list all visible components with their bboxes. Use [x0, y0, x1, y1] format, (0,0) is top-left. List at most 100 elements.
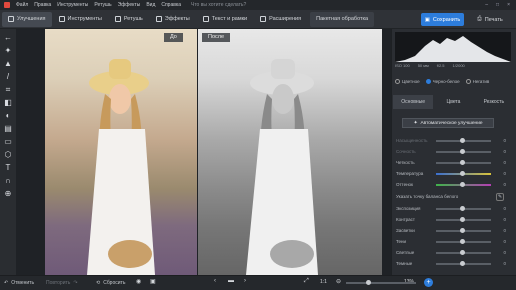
slider-shadows[interactable]: Тени 0 — [396, 236, 508, 247]
slider-label: Темные — [396, 261, 413, 266]
save-label: Сохранить — [432, 16, 461, 23]
slider-knob[interactable] — [460, 160, 465, 165]
undo-label: Отменить — [11, 280, 35, 286]
brush-icon[interactable]: / — [4, 72, 13, 81]
slider-value: 0 — [503, 182, 506, 187]
slider-tint[interactable]: Оттенок 0 — [396, 179, 508, 190]
magnet-icon[interactable]: ∩ — [4, 176, 13, 185]
tab-enhance[interactable]: Улучшения — [2, 11, 52, 27]
zoom-slider[interactable] — [346, 282, 416, 284]
auto-enhance-button[interactable]: ✦ Автоматическое улучшение — [402, 118, 494, 128]
slider-knob[interactable] — [460, 250, 465, 255]
crop-icon[interactable]: ⌗ — [4, 85, 13, 94]
stamp-icon[interactable]: ▲ — [4, 59, 13, 68]
slider-knob[interactable] — [460, 206, 465, 211]
prev-icon[interactable]: ‹ — [214, 278, 216, 284]
mode-label: Цветное — [402, 79, 420, 84]
slider-knob[interactable] — [460, 261, 465, 266]
window-controls: – □ × — [485, 2, 516, 8]
tab-colors[interactable]: Цвета — [433, 95, 473, 109]
gradient-icon[interactable]: ◧ — [4, 98, 13, 107]
back-arrow-icon[interactable]: ← — [4, 33, 13, 42]
menu-retouch[interactable]: Ретушь — [94, 2, 111, 8]
zoom-in-button[interactable]: + — [424, 278, 433, 287]
maximize-icon[interactable]: □ — [496, 2, 499, 8]
eye-icon[interactable]: ◉ — [136, 278, 141, 285]
mode-color[interactable]: Цветное — [395, 79, 420, 85]
magic-wand-icon[interactable]: ✦ — [4, 46, 13, 55]
menu-help[interactable]: Справка — [161, 2, 181, 8]
slider-knob[interactable] — [460, 138, 465, 143]
image-canvas[interactable]: До После — [16, 29, 391, 275]
geometry-icon[interactable]: ⬡ — [4, 150, 13, 159]
fit-icon[interactable]: ⤢ — [304, 278, 309, 285]
ratio-button[interactable]: 1:1 — [320, 279, 327, 285]
save-icon: ▣ — [424, 16, 430, 23]
plus-circle-icon[interactable]: ⊕ — [4, 189, 13, 198]
slider-blacks[interactable]: Темные 0 — [396, 258, 508, 269]
menu-effects[interactable]: Эффекты — [118, 2, 141, 8]
slider-knob[interactable] — [460, 182, 465, 187]
compare-icon[interactable]: ▣ — [150, 278, 156, 285]
slider-vibrance[interactable]: Сочность 0 — [396, 146, 508, 157]
slider-knob[interactable] — [460, 228, 465, 233]
text-tool-icon[interactable]: T — [4, 163, 13, 172]
slider-label: Экспозиция — [396, 206, 421, 211]
slider-knob[interactable] — [460, 149, 465, 154]
slider-contrast[interactable]: Контраст 0 — [396, 214, 508, 225]
slider-exposure[interactable]: Экспозиция 0 — [396, 203, 508, 214]
eyedropper-icon[interactable]: ✎ — [496, 192, 504, 201]
save-button[interactable]: ▣ Сохранить — [421, 13, 464, 26]
slider-value: 0 — [503, 149, 506, 154]
color-mode-group: Цветное Черно-белое Негатив — [395, 79, 489, 85]
tab-batch[interactable]: Пакетная обработка — [310, 11, 375, 27]
print-button[interactable]: ⎙ Печать — [470, 13, 510, 26]
slider-knob[interactable] — [460, 171, 465, 176]
close-icon[interactable]: × — [507, 2, 510, 8]
radio-icon — [465, 79, 471, 85]
minimize-icon[interactable]: – — [485, 2, 488, 8]
menu-tools[interactable]: Инструменты — [57, 2, 88, 8]
tab-effects[interactable]: Эффекты — [150, 12, 196, 27]
slider-highlights[interactable]: Засветки 0 — [396, 225, 508, 236]
slider-clarity[interactable]: Четкость 0 — [396, 157, 508, 168]
before-label: До — [164, 33, 183, 42]
tab-label: Текст и рамки — [211, 16, 248, 22]
mode-bw[interactable]: Черно-белое — [425, 79, 460, 85]
zoom-knob[interactable] — [366, 280, 371, 285]
menu-view[interactable]: Вид — [146, 2, 155, 8]
filter-icon[interactable]: ▤ — [4, 124, 13, 133]
slider-knob[interactable] — [460, 217, 465, 222]
menu-file[interactable]: Файл — [16, 2, 28, 8]
white-balance-row[interactable]: Указать точку баланса белого ✎ — [396, 190, 508, 203]
tab-extensions[interactable]: Расширения — [254, 12, 307, 27]
slider-label: Тени — [396, 239, 406, 244]
tab-text-frames[interactable]: Текст и рамки — [197, 12, 253, 27]
slider-whites[interactable]: Светлые 0 — [396, 247, 508, 258]
after-photo-subject — [246, 59, 318, 275]
redo-button[interactable]: Повторить ↷ — [46, 280, 78, 286]
frame-icon[interactable]: ▭ — [4, 137, 13, 146]
redo-icon: ↷ — [73, 280, 78, 286]
menu-edit[interactable]: Правка — [34, 2, 51, 8]
print-label: Печать — [484, 16, 503, 23]
before-photo — [45, 29, 197, 275]
reset-button[interactable]: ⟲ Сбросить — [96, 280, 125, 286]
tab-retouch[interactable]: Ретушь — [109, 12, 149, 27]
tab-sharpness[interactable]: Резкость — [474, 95, 514, 109]
undo-button[interactable]: ↶ Отменить — [4, 280, 34, 286]
next-icon[interactable]: › — [244, 278, 246, 284]
adjust-sliders: Насыщенность 0 Сочность 0 Четкость 0 Темпер… — [396, 135, 508, 269]
slider-saturation[interactable]: Насыщенность 0 — [396, 135, 508, 146]
adjust-icon[interactable]: ◐ — [4, 111, 13, 120]
tab-basic[interactable]: Основные — [393, 95, 434, 109]
minus-icon[interactable]: ⊖ — [336, 278, 341, 285]
enhance-icon — [8, 16, 14, 22]
tab-label: Эффекты — [164, 16, 190, 22]
tab-tools[interactable]: Инструменты — [53, 12, 108, 27]
mode-negative[interactable]: Негатив — [465, 79, 489, 85]
slider-temperature[interactable]: Температура 0 — [396, 168, 508, 179]
folder-icon[interactable]: ▬ — [228, 278, 234, 284]
slider-knob[interactable] — [460, 239, 465, 244]
search-hint-input[interactable]: Что вы хотите сделать? — [191, 2, 246, 8]
